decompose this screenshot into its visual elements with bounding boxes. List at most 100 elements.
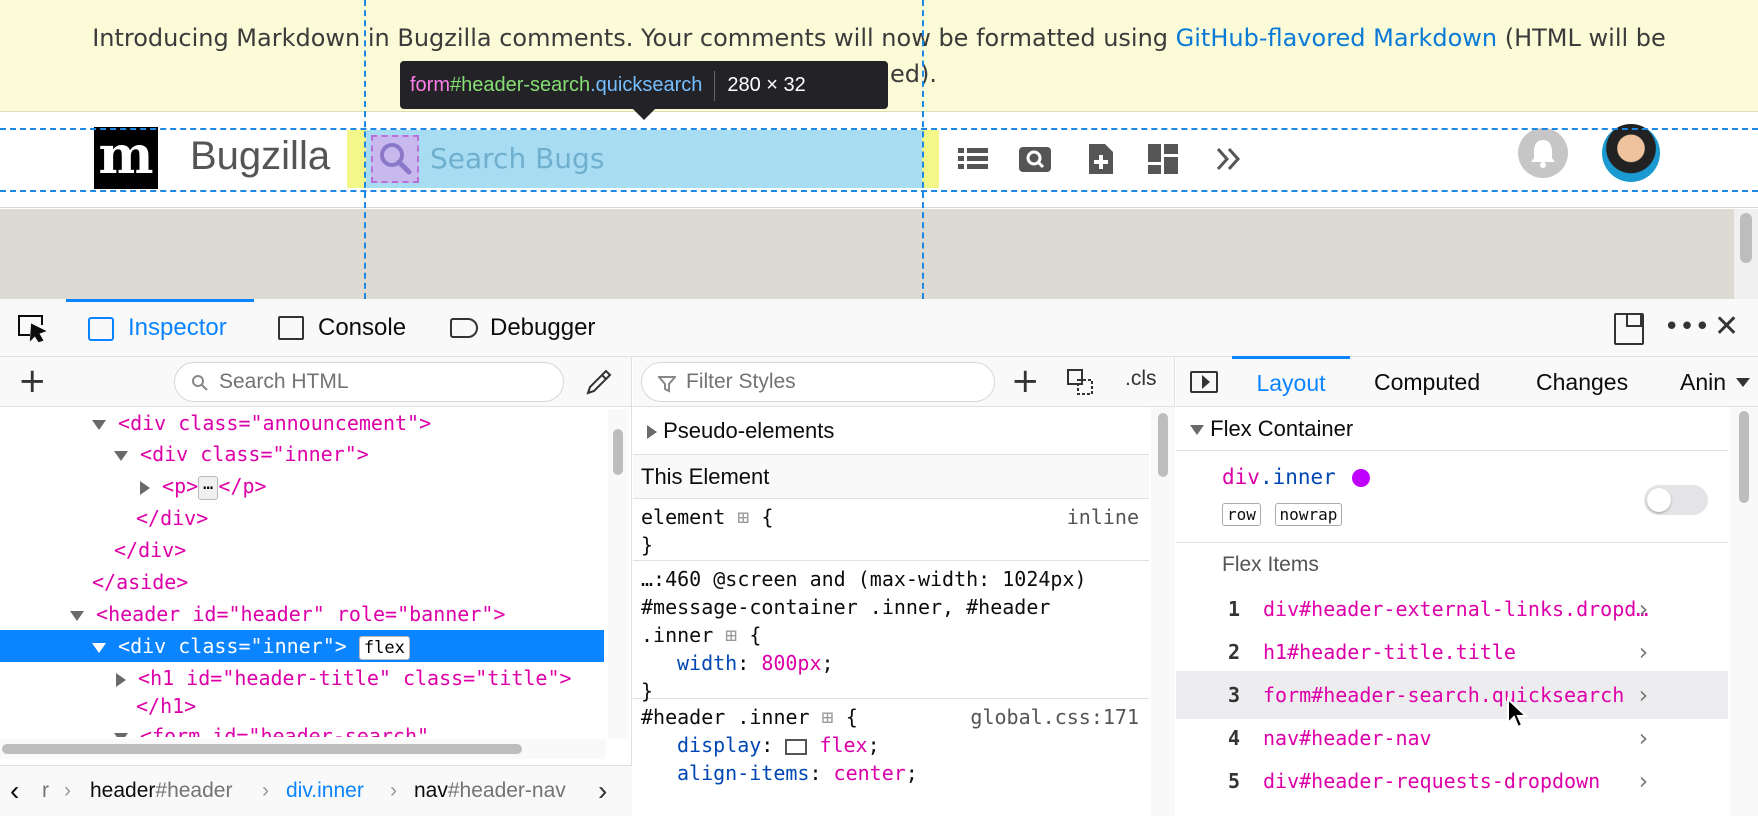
page-body-background	[0, 209, 1758, 299]
tabs-overflow-icon[interactable]	[1736, 378, 1750, 387]
new-bug-icon[interactable]	[1084, 142, 1120, 178]
rule-source[interactable]: global.css:171	[970, 703, 1139, 731]
dashboard-icon[interactable]	[1146, 142, 1182, 178]
search-bugs-icon[interactable]	[1018, 142, 1054, 178]
breadcrumb-item[interactable]: r	[42, 766, 49, 816]
breadcrumb-item-nav[interactable]: nav#header-nav	[414, 766, 566, 816]
markup-node[interactable]: </div>	[0, 502, 604, 534]
property-value[interactable]: center	[834, 761, 906, 785]
pseudo-elements-section[interactable]: Pseudo-elements	[633, 407, 1149, 455]
markup-hscrollbar[interactable]	[0, 739, 606, 759]
more-options-icon[interactable]: •••	[1664, 313, 1710, 341]
header-inner-rule[interactable]: #header .inner ⊞ { global.css:171 displa…	[633, 699, 1149, 816]
breadcrumb-item-header[interactable]: header#header	[90, 766, 232, 816]
cls-toggle-button[interactable]: .cls	[1125, 367, 1157, 391]
element-rule[interactable]: element ⊞ { inline }	[633, 499, 1149, 561]
flex-item[interactable]: 2 h1#header-title.title ›	[1176, 628, 1728, 676]
element-picker-icon[interactable]	[16, 313, 48, 347]
breadcrumb-prev-icon[interactable]: ‹	[10, 766, 19, 816]
flex-container-header[interactable]: Flex Container	[1176, 407, 1728, 451]
flexbox-toggle-icon[interactable]	[785, 738, 808, 755]
collapse-toggle-icon[interactable]	[114, 450, 128, 461]
expand-toggle-icon[interactable]	[647, 425, 657, 440]
markdown-link[interactable]: GitHub-flavored Markdown	[1176, 24, 1497, 52]
add-rule-icon[interactable]: +	[1011, 363, 1040, 399]
rule-source[interactable]: inline	[1067, 503, 1139, 531]
markup-node-selected[interactable]: <div class="inner"> flex	[0, 630, 604, 662]
tab-debugger-label: Debugger	[490, 314, 596, 341]
bugzilla-header: m Bugzilla Search Bugs	[0, 112, 1758, 208]
flex-item[interactable]: 5 div#header-requests-dropdown ›	[1176, 757, 1728, 805]
markup-node[interactable]: <p> ⋯ </p>	[0, 470, 604, 502]
bugzilla-logo[interactable]: m	[94, 127, 158, 189]
collapse-toggle-icon[interactable]	[92, 642, 106, 653]
property-name[interactable]: align-items	[677, 761, 809, 785]
notifications-bell-icon[interactable]	[1518, 128, 1568, 178]
tab-inspector[interactable]: Inspector	[66, 299, 254, 357]
collapse-toggle-icon[interactable]	[114, 732, 128, 737]
eyedropper-icon[interactable]	[584, 367, 614, 401]
markup-node[interactable]: </div>	[0, 534, 604, 566]
markup-node[interactable]: </aside>	[0, 566, 604, 598]
chevron-right-icon: ›	[1636, 638, 1651, 666]
page-scrollbar-thumb[interactable]	[1740, 213, 1752, 263]
toggle-sidebar-icon[interactable]	[1190, 371, 1218, 393]
tab-console[interactable]: Console	[276, 299, 426, 357]
expand-toggle-icon[interactable]	[140, 480, 150, 495]
flex-item[interactable]: 1 div#header-external-links.dropd… ›	[1176, 585, 1728, 633]
flex-item[interactable]: 4 nav#header-nav ›	[1176, 714, 1728, 762]
tab-changes[interactable]: Changes	[1536, 357, 1628, 407]
list-icon[interactable]	[956, 142, 992, 178]
rule-media-query: …:460 @screen and (max-width: 1024px)	[641, 567, 1087, 591]
markup-node[interactable]: <div class="announcement">	[0, 407, 604, 439]
property-value[interactable]: 800px	[761, 651, 821, 675]
flexbox-highlighter-toggle[interactable]	[1644, 485, 1708, 515]
breadcrumb-separator-icon: ›	[64, 779, 71, 802]
user-avatar[interactable]	[1602, 124, 1660, 182]
markup-node[interactable]: <form id="header-search"	[0, 720, 604, 737]
flex-container-selector[interactable]: div.inner	[1222, 465, 1371, 489]
filter-styles-input[interactable]: Filter Styles	[641, 362, 995, 402]
rules-scrollbar-thumb[interactable]	[1158, 413, 1168, 477]
toggle-pseudo-class-icon[interactable]	[1065, 367, 1097, 403]
tab-layout[interactable]: Layout	[1232, 356, 1350, 407]
search-input[interactable]: Search Bugs	[430, 142, 604, 175]
property-name[interactable]: display	[677, 733, 761, 757]
close-devtools-icon[interactable]: ✕	[1714, 309, 1739, 344]
rules-scrollbar[interactable]	[1151, 407, 1175, 816]
site-title[interactable]: Bugzilla	[190, 134, 330, 179]
media-rule[interactable]: …:460 @screen and (max-width: 1024px) #m…	[633, 561, 1149, 703]
markup-scrollbar[interactable]	[608, 409, 628, 739]
collapse-toggle-icon[interactable]	[92, 419, 106, 430]
tab-animations[interactable]: Anin	[1680, 357, 1726, 407]
markup-node[interactable]: <header id="header" role="banner">	[0, 598, 604, 630]
property-name[interactable]: width	[677, 651, 737, 675]
more-chevron-icon[interactable]	[1212, 142, 1248, 178]
breadcrumb-item-div-inner[interactable]: div.inner	[286, 766, 364, 816]
markup-node[interactable]: <div class="inner">	[0, 438, 604, 470]
search-html-input[interactable]: Search HTML	[174, 362, 564, 402]
layout-scrollbar-thumb[interactable]	[1739, 411, 1749, 503]
highlighter-guide-bottom	[0, 190, 1758, 192]
flex-badge[interactable]: flex	[358, 635, 410, 660]
property-value[interactable]: flex	[819, 733, 867, 757]
markup-scrollbar-thumb[interactable]	[613, 429, 623, 475]
add-node-icon[interactable]: +	[18, 363, 47, 399]
collapsed-children-badge[interactable]: ⋯	[198, 475, 219, 500]
tab-debugger[interactable]: Debugger	[448, 299, 618, 357]
infobar-arrow	[632, 108, 656, 120]
collapse-toggle-icon[interactable]	[70, 610, 84, 621]
tab-computed[interactable]: Computed	[1374, 357, 1480, 407]
collapse-toggle-icon[interactable]	[1190, 425, 1204, 436]
flex-item-hovered[interactable]: 3 form#header-search.quicksearch ›	[1176, 671, 1728, 719]
dock-options-icon[interactable]	[1614, 313, 1644, 345]
breadcrumb-next-icon[interactable]: ›	[598, 766, 607, 816]
layout-scrollbar[interactable]	[1730, 407, 1758, 816]
markup-node-text: <h1 id="header-title" class="title">	[138, 666, 572, 690]
markup-hscrollbar-thumb[interactable]	[2, 744, 522, 754]
search-icon[interactable]	[371, 135, 419, 183]
outline-color-swatch[interactable]	[1352, 469, 1371, 487]
expand-toggle-icon[interactable]	[116, 672, 126, 687]
markup-node[interactable]: </h1>	[0, 690, 604, 722]
page-scrollbar[interactable]	[1734, 209, 1758, 299]
